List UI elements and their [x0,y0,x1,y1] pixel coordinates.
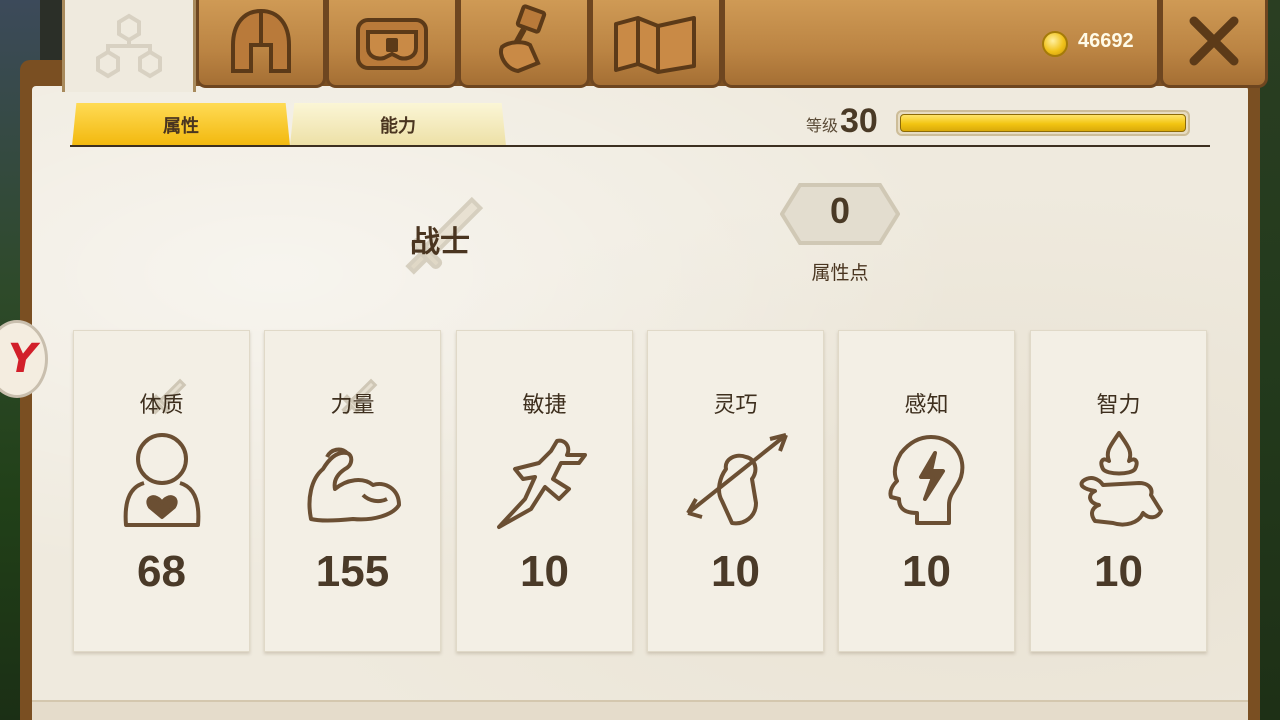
stat-value: 10 [711,547,760,596]
attribute-points-label: 属性点 [811,262,869,284]
helmet-tab[interactable] [196,0,326,88]
panel-bottom-edge [32,700,1248,720]
head-lightning-icon [877,429,977,537]
gold-coin-icon [1042,31,1068,57]
stat-label: 体质 [139,393,184,418]
running-figure-icon [495,429,595,537]
level-label: 等级 [806,116,839,135]
hand-flame-icon [1069,429,1169,537]
flexed-arm-icon [303,429,403,537]
close-button[interactable] [1160,0,1268,88]
close-icon [1184,11,1244,75]
tab-divider [70,145,1210,147]
class-name: 战士 [410,225,470,260]
skill-tree-tab[interactable] [62,0,196,92]
stat-value: 68 [137,547,186,596]
stat-value: 10 [520,547,569,596]
hammer-fist-icon [484,3,564,83]
stat-label: 敏捷 [522,393,567,418]
stat-value: 10 [1094,547,1143,596]
experience-bar-fill [900,114,1186,132]
stat-card-dexterity[interactable]: 灵巧 10 [647,330,824,652]
helmet-icon [221,5,301,81]
stat-card-perception[interactable]: 感知 10 [838,330,1015,652]
tab-attributes[interactable]: 属性 [72,103,290,146]
chest-icon [350,8,434,78]
hand-arrow-icon [686,429,796,537]
stat-value: 155 [315,547,390,596]
stat-label: 力量 [330,393,375,418]
tab-abilities[interactable]: 能力 [290,103,506,146]
crafting-tab[interactable] [458,0,590,88]
body-heart-icon [112,429,212,537]
map-icon [608,10,704,76]
stat-card-constitution[interactable]: 体质 68 [73,330,250,652]
stat-label: 智力 [1096,393,1141,418]
stat-label: 灵巧 [713,393,758,418]
level-value: 30 [840,102,878,140]
stat-value: 10 [902,547,951,596]
skill-tree-icon [84,6,174,86]
stat-label: 感知 [904,393,949,418]
attribute-points-value: 0 [829,190,851,231]
map-tab[interactable] [590,0,722,88]
stat-card-strength[interactable]: 力量 155 [264,330,441,652]
gold-amount: 46692 [1078,30,1134,52]
stat-card-intelligence[interactable]: 智力 10 [1030,330,1207,652]
stat-card-agility[interactable]: 敏捷 10 [456,330,633,652]
inventory-tab[interactable] [326,0,458,88]
experience-bar [896,110,1190,136]
side-badge-text: Y [8,336,37,382]
